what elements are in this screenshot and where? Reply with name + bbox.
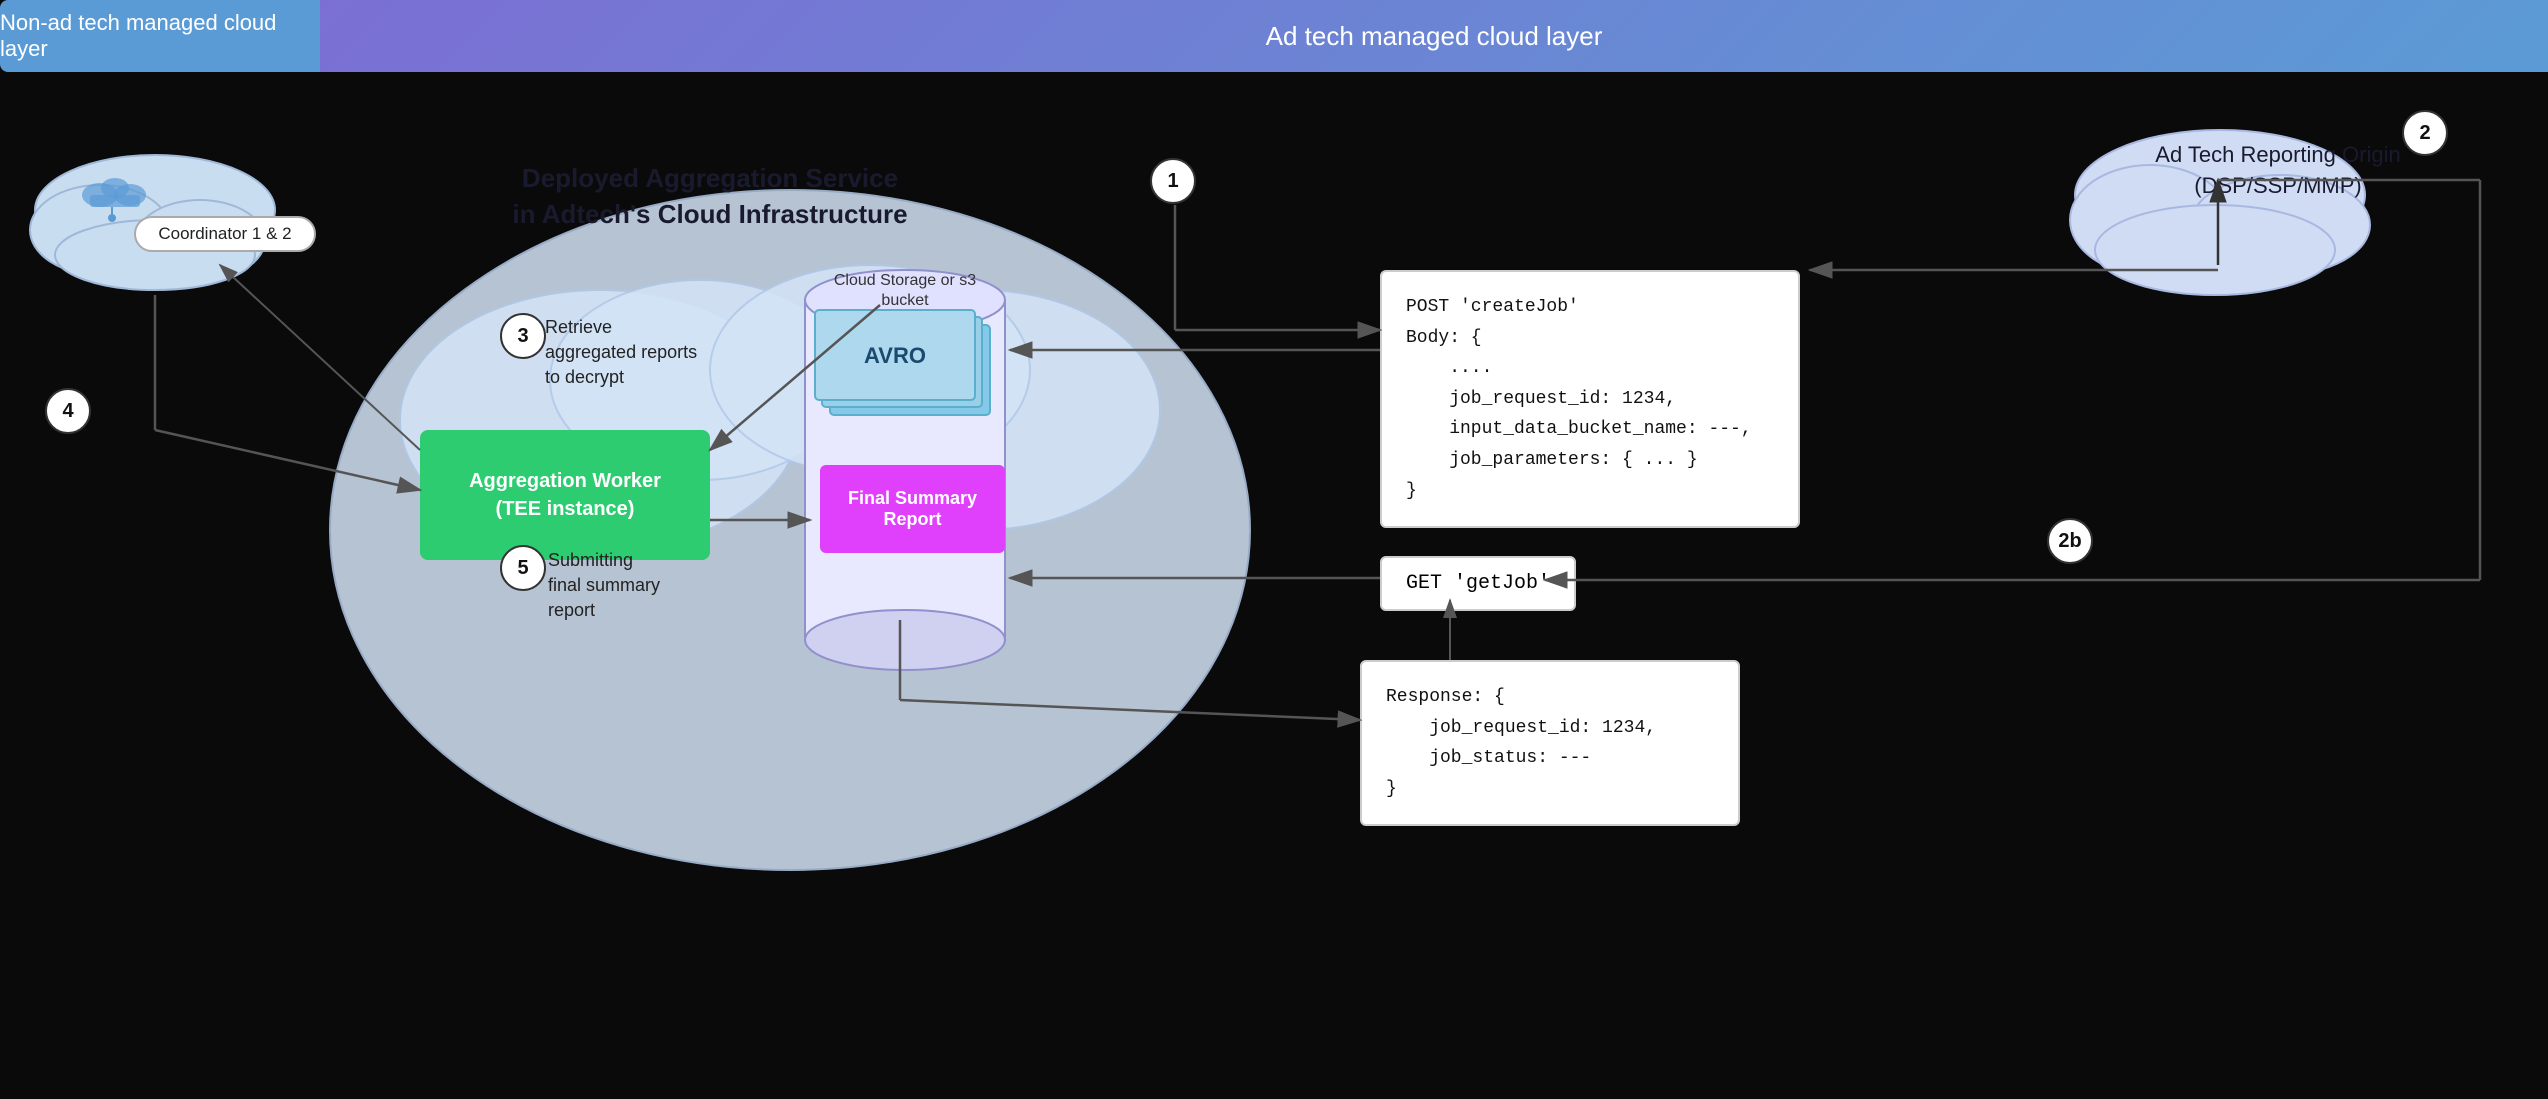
step-2b-circle: 2b	[2047, 518, 2093, 564]
step-3-circle: 3	[500, 313, 546, 359]
step-5-circle: 5	[500, 545, 546, 591]
svg-text:Coordinator 1 & 2: Coordinator 1 & 2	[158, 224, 291, 243]
get-job-box: GET 'getJob'	[1380, 556, 1576, 611]
step-5-label: Submittingfinal summaryreport	[548, 548, 660, 624]
step-3-label: Retrieveaggregated reportsto decrypt	[545, 315, 697, 391]
worker-box: Aggregation Worker(TEE instance)	[420, 430, 710, 560]
step-4-circle: 4	[45, 388, 91, 434]
svg-text:Cloud Storage or s3: Cloud Storage or s3	[834, 272, 976, 289]
final-summary-report: Final Summary Report	[820, 465, 1005, 553]
svg-text:AVRO: AVRO	[864, 343, 926, 368]
post-create-job-box: POST 'createJob'Body: { .... job_request…	[1380, 270, 1800, 528]
response-box: Response: { job_request_id: 1234, job_st…	[1360, 660, 1740, 826]
main-cloud-title: Deployed Aggregation Service in Adtech's…	[510, 160, 910, 233]
step-2-circle: 2	[2402, 110, 2448, 156]
step-1-circle: 1	[1150, 158, 1196, 204]
reporting-cloud-title: Ad Tech Reporting Origin (DSP/SSP/MMP)	[2148, 140, 2408, 202]
